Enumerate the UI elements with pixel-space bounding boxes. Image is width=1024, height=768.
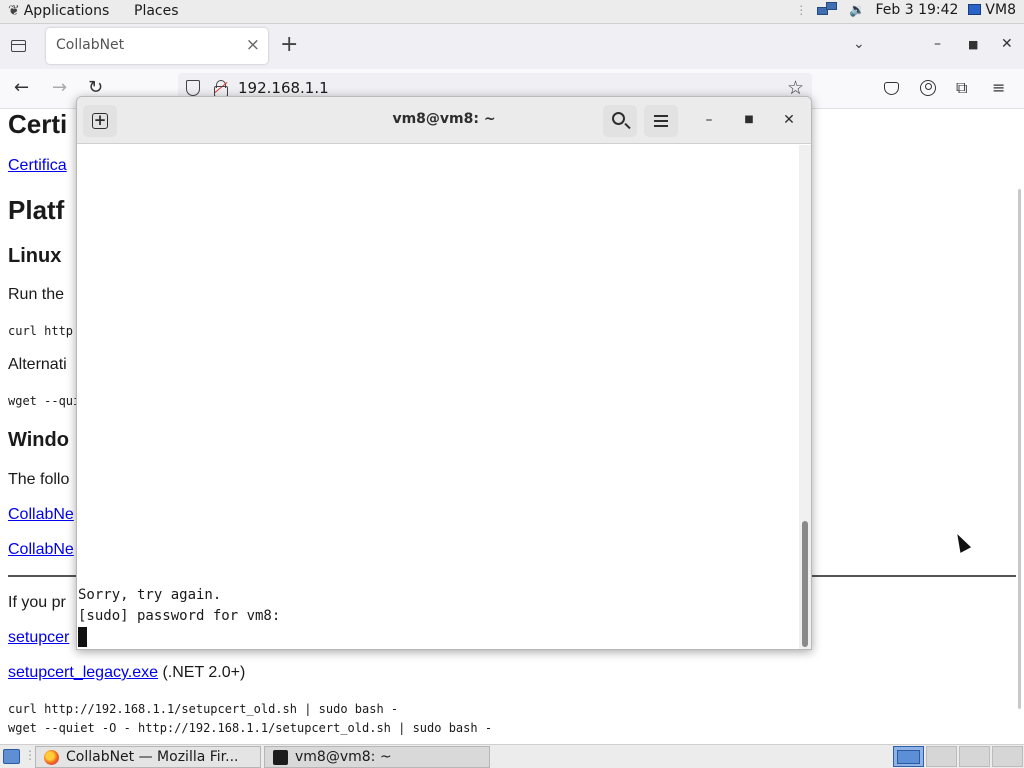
browser-tab-bar: CollabNet × + ⌄ – ■ ✕ xyxy=(0,24,1024,69)
paragraph-following: The follo xyxy=(8,471,70,488)
terminal-menu-button[interactable] xyxy=(644,105,678,137)
terminal-scrollbar[interactable] xyxy=(799,145,811,649)
firefox-icon xyxy=(44,750,59,765)
bottom-taskbar: ⋮ CollabNet — Mozilla Fir... vm8@vm8: ~ xyxy=(0,744,1024,768)
show-desktop-icon[interactable] xyxy=(3,749,20,764)
terminal-close-button[interactable]: ✕ xyxy=(779,111,799,131)
certificate-link[interactable]: Certifica xyxy=(8,157,67,175)
paragraph-alternative: Alternati xyxy=(8,356,67,373)
hamburger-icon xyxy=(654,115,668,127)
legacy-line: setupcert_legacy.exe (.NET 2.0+) xyxy=(8,664,245,682)
code-curl: curl http xyxy=(8,324,74,338)
taskbar-item-terminal[interactable]: vm8@vm8: ~ xyxy=(264,746,490,768)
places-menu-label: Places xyxy=(134,3,179,19)
url-text[interactable]: 192.168.1.1 xyxy=(238,79,329,97)
search-icon xyxy=(612,112,625,125)
page-scrollbar[interactable] xyxy=(1016,189,1024,709)
browser-minimize-button[interactable]: – xyxy=(934,36,941,52)
terminal-minimize-button[interactable]: – xyxy=(699,111,719,131)
setupcert-legacy-link[interactable]: setupcert_legacy.exe xyxy=(8,664,158,681)
tab-title: CollabNet xyxy=(56,37,125,53)
insecure-lock-icon[interactable] xyxy=(214,80,228,97)
places-menu[interactable]: Places xyxy=(134,3,179,19)
terminal-icon xyxy=(273,750,288,765)
terminal-maximize-button[interactable]: ■ xyxy=(739,111,759,131)
browser-maximize-button[interactable]: ■ xyxy=(968,38,978,51)
list-all-tabs-chevron-icon[interactable]: ⌄ xyxy=(853,36,865,52)
clock[interactable]: Feb 3 19:42 xyxy=(875,2,958,18)
volume-icon[interactable]: 🔉 xyxy=(849,3,865,18)
collabnet-link-1[interactable]: CollabNe xyxy=(8,506,74,524)
hamburger-menu-icon[interactable]: ≡ xyxy=(992,77,1005,99)
paragraph-run: Run the xyxy=(8,286,65,303)
browser-tab-collabnet[interactable]: CollabNet × xyxy=(46,28,268,64)
code-curl-old: curl http://192.168.1.1/setupcert_old.sh… xyxy=(8,702,399,716)
new-tab-button[interactable]: + xyxy=(280,33,298,57)
heading-platform: Platf xyxy=(8,195,65,225)
vm-label: VM8 xyxy=(985,2,1016,18)
workspace-4[interactable] xyxy=(992,746,1023,767)
terminal-line: Sorry, try again. xyxy=(78,587,222,603)
taskbar-item-label: vm8@vm8: ~ xyxy=(295,749,392,765)
system-tray: ⋮ 🔉 Feb 3 19:42 VM8 xyxy=(795,2,1016,18)
workspace-1[interactable] xyxy=(893,746,924,767)
display-icon xyxy=(968,4,982,15)
workspace-2[interactable] xyxy=(926,746,957,767)
collabnet-link-2[interactable]: CollabNe xyxy=(8,541,74,559)
tabs-icon xyxy=(11,40,26,52)
network-icon[interactable] xyxy=(817,2,839,18)
terminal-window: + vm8@vm8: ~ – ■ ✕ Sorry, try again. [su… xyxy=(76,96,812,650)
tab-close-icon[interactable]: × xyxy=(246,35,260,55)
heading-linux: Linux xyxy=(8,245,62,267)
workspace-3[interactable] xyxy=(959,746,990,767)
forward-button[interactable]: → xyxy=(52,77,67,99)
browser-close-button[interactable]: ✕ xyxy=(1001,36,1013,52)
terminal-cursor xyxy=(78,627,87,647)
taskbar-item-firefox[interactable]: CollabNet — Mozilla Fir... xyxy=(35,746,261,768)
legacy-note: (.NET 2.0+) xyxy=(158,664,246,681)
extensions-icon[interactable]: ⧉ xyxy=(956,77,967,99)
heading-certificate: Certi xyxy=(8,109,68,139)
applications-menu-label: Applications xyxy=(23,3,110,19)
pocket-icon[interactable] xyxy=(884,82,899,95)
tab-list-button[interactable] xyxy=(8,36,30,56)
applications-menu[interactable]: ❦ Applications xyxy=(8,3,109,19)
taskbar-item-label: CollabNet — Mozilla Fir... xyxy=(66,749,239,765)
code-wget-old: wget --quiet -O - http://192.168.1.1/set… xyxy=(8,721,493,735)
terminal-output[interactable]: Sorry, try again. [sudo] password for vm… xyxy=(77,145,801,649)
gnome-foot-icon: ❦ xyxy=(8,3,20,19)
tray-separator: ⋮ xyxy=(795,3,808,17)
code-wget: wget --qui xyxy=(8,394,81,408)
tracking-protection-shield-icon[interactable] xyxy=(186,80,200,96)
terminal-headerbar[interactable]: + vm8@vm8: ~ – ■ ✕ xyxy=(77,97,811,144)
terminal-search-button[interactable] xyxy=(603,105,637,137)
back-button[interactable]: ← xyxy=(14,77,29,99)
account-icon[interactable] xyxy=(920,80,936,96)
terminal-line: [sudo] password for vm8: xyxy=(78,608,281,624)
setupcert-link[interactable]: setupcer xyxy=(8,629,69,647)
top-panel: ❦ Applications Places ⋮ 🔉 Feb 3 19:42 VM… xyxy=(0,0,1024,24)
vm-indicator[interactable]: VM8 xyxy=(968,2,1016,18)
paragraph-if-you: If you pr xyxy=(8,594,66,611)
heading-windows: Windo xyxy=(8,429,69,451)
